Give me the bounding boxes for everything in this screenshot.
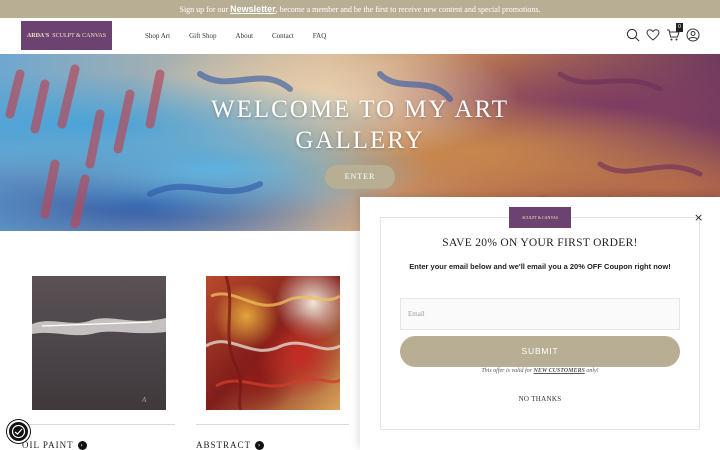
announcement-text-after: , become a member and be the first to re… bbox=[275, 5, 541, 14]
announcement-text-before: Sign up for our bbox=[179, 5, 231, 14]
abstract-artwork bbox=[205, 275, 341, 411]
divider-oil-paint bbox=[22, 424, 175, 425]
no-thanks-button[interactable]: NO THANKS bbox=[360, 395, 720, 403]
email-field[interactable]: Email bbox=[400, 298, 680, 330]
cart-icon[interactable]: 0 bbox=[666, 23, 683, 42]
oil-paint-artwork: A bbox=[32, 318, 166, 404]
nav-item-faq[interactable]: FAQ bbox=[313, 32, 326, 40]
arrow-right-icon: › bbox=[255, 440, 265, 450]
note-before: This offer is valid for bbox=[481, 368, 534, 374]
hero-title-line1: WELCOME TO MY ART bbox=[210, 96, 509, 123]
popup-title: SAVE 20% ON YOUR FIRST ORDER! bbox=[442, 237, 638, 249]
nav-item-gift-shop[interactable]: Gift Shop bbox=[189, 32, 216, 40]
logo-line1: ARDA'S bbox=[26, 32, 50, 39]
new-customers-link[interactable]: NEW CUSTOMERS bbox=[534, 368, 585, 374]
cart-count-badge: 0 bbox=[676, 23, 683, 32]
hero-title-line2: GALLERY bbox=[295, 127, 425, 154]
submit-button[interactable]: SUBMIT bbox=[400, 336, 680, 367]
site-logo[interactable]: ARDA'S SCULPT & CANVAS bbox=[21, 21, 112, 50]
enter-button[interactable]: ENTER bbox=[325, 165, 395, 189]
arrow-right-icon: › bbox=[77, 440, 87, 450]
divider-abstract bbox=[196, 424, 349, 425]
note-after: only! bbox=[584, 368, 599, 374]
popup-offer-note: This offer is valid for NEW CUSTOMERS on… bbox=[360, 368, 720, 374]
abstract-thumbnail[interactable] bbox=[205, 275, 341, 411]
header-icons: 0 bbox=[626, 23, 700, 42]
oil-paint-thumbnail[interactable]: A bbox=[32, 276, 166, 410]
account-icon[interactable] bbox=[686, 28, 700, 42]
nav-item-shop-art[interactable]: Shop Art bbox=[145, 32, 170, 40]
category-oil-paint-label: OIL PAINT bbox=[22, 440, 74, 450]
popup-logo: SCULPT & CANVAS bbox=[509, 207, 571, 228]
popup-description: Enter your email below and we'll email y… bbox=[409, 262, 671, 271]
nav-item-about[interactable]: About bbox=[236, 32, 254, 40]
category-abstract-label: ABSTRACT bbox=[196, 440, 252, 450]
main-nav: Shop Art Gift Shop About Contact FAQ bbox=[145, 18, 326, 54]
search-icon[interactable] bbox=[626, 28, 640, 42]
popup-logo-text: SCULPT & CANVAS bbox=[522, 215, 558, 220]
logo-line2: SCULPT & CANVAS bbox=[52, 32, 107, 39]
category-abstract[interactable]: ABSTRACT › bbox=[196, 440, 265, 450]
site-header: ARDA'S SCULPT & CANVAS Shop Art Gift Sho… bbox=[0, 18, 720, 54]
discount-popup: SCULPT & CANVAS × SAVE 20% ON YOUR FIRST… bbox=[360, 197, 720, 450]
category-oil-paint[interactable]: OIL PAINT › bbox=[22, 440, 87, 450]
hero-title: WELCOME TO MY ART GALLERY bbox=[0, 94, 720, 156]
close-icon[interactable]: × bbox=[694, 211, 703, 224]
announcement-bar: Sign up for our Newsletter, become a mem… bbox=[0, 0, 720, 18]
newsletter-link[interactable]: Newsletter bbox=[230, 4, 276, 14]
nav-item-contact[interactable]: Contact bbox=[272, 32, 294, 40]
heart-icon[interactable] bbox=[646, 28, 660, 42]
svg-text:A: A bbox=[141, 396, 147, 404]
cookie-settings-icon[interactable] bbox=[7, 420, 30, 443]
